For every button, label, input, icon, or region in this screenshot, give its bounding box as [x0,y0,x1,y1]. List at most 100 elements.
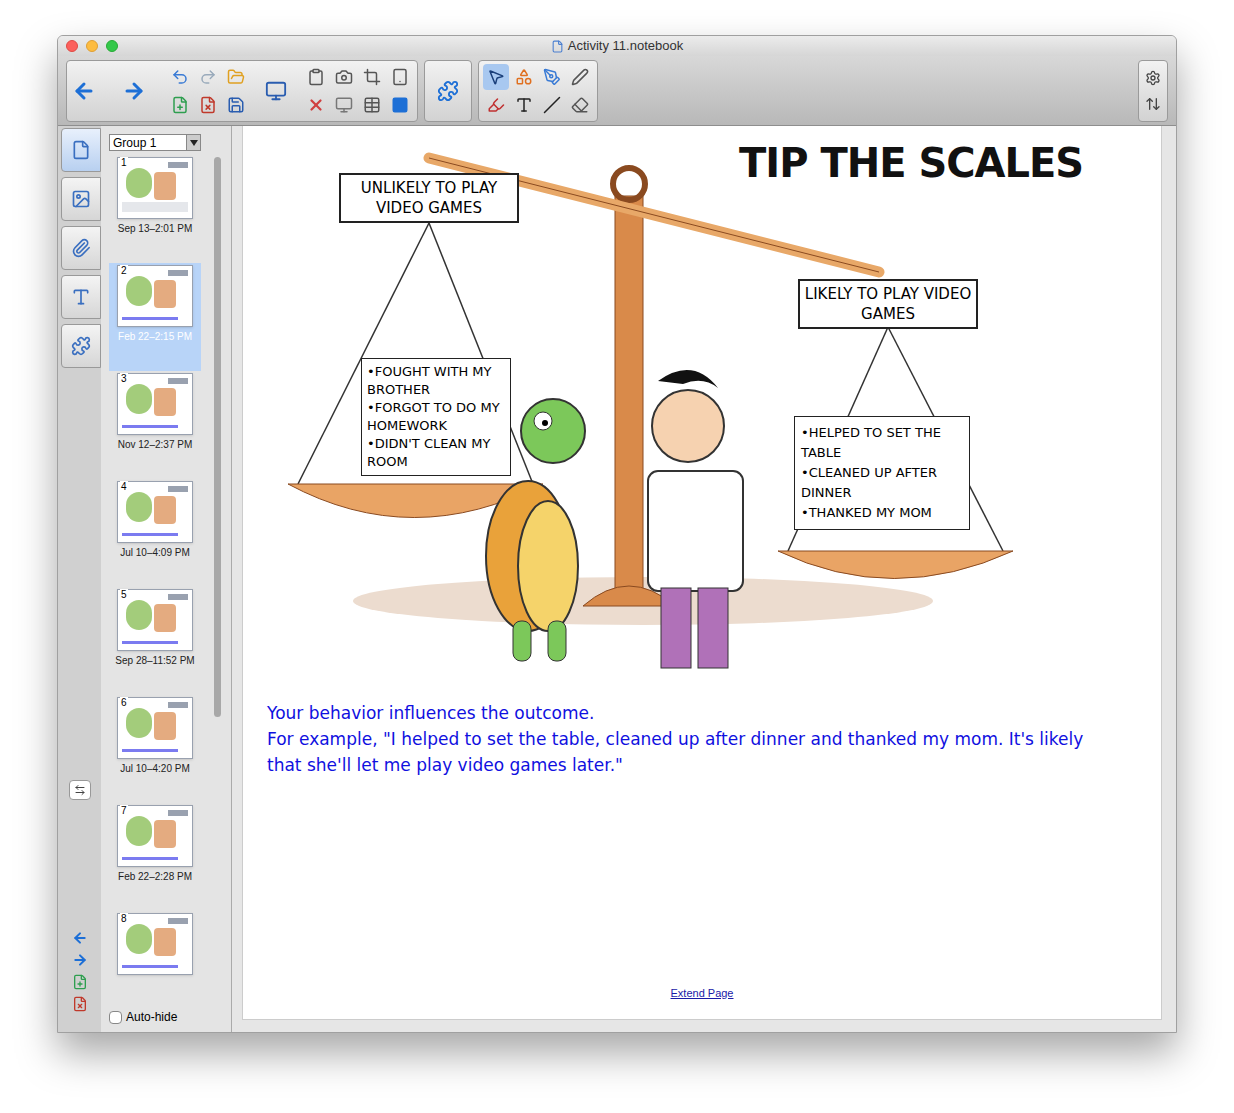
page-thumbnail-image [117,265,193,327]
pointer-icon [487,68,505,86]
page-item[interactable]: 4Jul 10–4:09 PM [109,479,201,587]
back-button[interactable] [71,78,97,104]
sorter-scrollbar[interactable] [214,157,221,717]
shapes-tool[interactable] [511,64,537,90]
toolbar-position-button[interactable] [1140,91,1166,117]
page-date: Feb 22–2:15 PM [118,329,192,344]
paste-button[interactable] [303,64,329,90]
group-dropdown[interactable]: Group 1 [109,134,201,151]
forward-button[interactable] [121,78,147,104]
page-number: 4 [120,481,128,493]
magic-pen-tool[interactable] [567,64,593,90]
eraser-tool[interactable] [567,92,593,118]
page-date: Sep 28–11:52 PM [115,653,194,668]
side-tab[interactable] [61,128,101,172]
add-page-icon[interactable] [72,974,88,990]
app-window: Activity 11.notebook Group 1 1Sep 13–2:01 … [57,35,1177,1033]
undo-icon [171,68,189,86]
title-bar: Activity 11.notebook [58,36,1176,56]
shapes-icon [515,68,533,86]
previous-page-icon[interactable] [72,930,88,946]
display-button[interactable] [263,78,289,104]
zoom-button[interactable] [106,40,118,52]
page-number: 1 [120,157,128,169]
pens-tool[interactable] [483,92,509,118]
gallery-icon [71,189,91,209]
right-list-card: •HELPED TO SET THE TABLE•CLEANED UP AFTE… [794,416,970,530]
forward-arrow-icon [122,79,146,103]
add-ons-button[interactable] [435,78,461,104]
page-thumbnail-image [117,373,193,435]
properties-icon [71,287,91,307]
minimize-button[interactable] [86,40,98,52]
camera-icon [335,68,353,86]
page-item[interactable]: 1Sep 13–2:01 PM [109,155,201,263]
undo-button[interactable] [167,64,193,90]
page-number: 5 [120,589,128,601]
text-icon [515,96,533,114]
redo-button[interactable] [195,64,221,90]
select-tool[interactable] [483,64,509,90]
notebook-page[interactable]: TIP THE SCALESUNLIKELY TO PLAY VIDEO GAM… [242,126,1162,1020]
window-title: Activity 11.notebook [568,36,683,56]
side-tab[interactable] [61,177,101,221]
page-item[interactable]: 5 Sep 28–11:52 PM [109,587,201,695]
next-page-icon[interactable] [72,952,88,968]
line-tool[interactable] [539,92,565,118]
dropdown-arrow-icon [190,140,198,146]
save-icon [227,96,245,114]
page-thumbnail-image [117,697,193,759]
settings-button[interactable] [1140,65,1166,91]
close-box-icon [391,96,409,114]
shade-icon [363,68,381,86]
page-item[interactable]: 2Feb 22–2:15 PM [109,263,201,371]
magic-pen-icon [571,68,589,86]
fill-icon [543,68,561,86]
page-item[interactable]: 8 [109,911,201,1004]
side-tab[interactable] [61,226,101,270]
delete-page-icon[interactable] [72,996,88,1012]
page-item[interactable]: 7Feb 22–2:28 PM [109,803,201,911]
table-button[interactable] [359,92,385,118]
text-tool[interactable] [511,92,537,118]
presentation-button[interactable] [331,92,357,118]
delete-button[interactable] [303,92,329,118]
page-thumbnail-image [117,913,193,975]
presentation-icon [335,96,353,114]
delete-icon [307,96,325,114]
add-page-button[interactable] [167,92,193,118]
page-number: 3 [120,373,128,385]
document-camera-button[interactable] [387,64,413,90]
page-sorter: Group 1 1Sep 13–2:01 PM2Feb 22–2:15 PM 3 No… [101,126,232,1032]
open-button[interactable] [223,64,249,90]
page-sorter-icon [71,140,91,160]
side-tab[interactable] [61,275,101,319]
delete-page-button[interactable] [195,92,221,118]
line-icon [543,96,561,114]
dock-side-button[interactable] [69,780,91,800]
right-sign: LIKELY TO PLAY VIDEO GAMES [798,279,978,329]
page-item[interactable]: 3 Nov 12–2:37 PM [109,371,201,479]
page-item[interactable]: 6Jul 10–4:20 PM [109,695,201,803]
toolbar [58,56,1176,126]
save-button[interactable] [223,92,249,118]
swap-side-icon [74,784,86,796]
add-page-icon [171,96,189,114]
attachments-icon [71,238,91,258]
clipboard-icon [307,68,325,86]
page-date: Nov 12–2:37 PM [118,437,193,452]
table-icon [363,96,381,114]
side-tab[interactable] [61,324,101,368]
screen-capture-button[interactable] [331,64,357,90]
close-button[interactable] [66,40,78,52]
extend-page-link[interactable]: Extend Page [671,985,734,1002]
document-icon [551,40,564,53]
list-item: •THANKED MY MOM [801,503,963,523]
screen-shade-button[interactable] [359,64,385,90]
folder-icon [227,68,245,86]
auto-hide-checkbox[interactable]: Auto-hide [109,1008,231,1026]
cartoon: TIP THE SCALESUNLIKELY TO PLAY VIDEO GAM… [243,126,1161,686]
page-date: Jul 10–4:20 PM [120,761,190,776]
fill-tool[interactable] [539,64,565,90]
close-tool-button[interactable] [387,92,413,118]
